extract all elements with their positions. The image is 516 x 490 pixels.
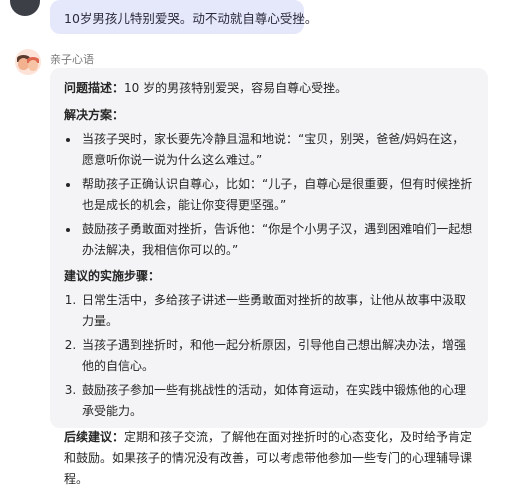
bot-avatar-icon [15, 49, 41, 75]
steps-list: 日常生活中，多给孩子讲述一些勇敢面对挫折的故事，让他从故事中汲取力量。 当孩子遇… [64, 290, 474, 422]
user-message-bubble: 10岁男孩儿特别爱哭。动不动就自尊心受挫。 [50, 0, 317, 34]
step-item: 当孩子遇到挫折时，和他一起分析原因，引导他自己想出解决办法，增强他的自信心。 [80, 335, 474, 377]
problem-description: 问题描述：10 岁的男孩特别爱哭，容易自尊心受挫。 [64, 78, 474, 99]
steps-title: 建议的实施步骤： [64, 269, 161, 283]
solution-title: 解决方案： [64, 108, 125, 122]
step-item: 日常生活中，多给孩子讲述一些勇敢面对挫折的故事，让他从故事中汲取力量。 [80, 290, 474, 332]
bot-name: 亲子心语 [50, 53, 94, 66]
step-item: 鼓励孩子参加一些有挑战性的活动，如体育运动，在实践中锻炼他的心理承受能力。 [80, 380, 474, 422]
problem-label: 问题描述： [64, 81, 125, 95]
followup-label: 后续建议： [64, 430, 125, 444]
solution-list: 当孩子哭时，家长要先冷静且温和地说：“宝贝，别哭，爸爸/妈妈在这，愿意听你说一说… [64, 129, 474, 261]
solution-item: 鼓励孩子勇敢面对挫折，告诉他：“你是个小男子汉，遇到困难咱们一起想办法解决，我相… [80, 219, 474, 261]
followup-advice: 后续建议：定期和孩子交流，了解他在面对挫折时的心态变化，及时给予肯定和鼓励。如果… [64, 427, 474, 490]
bot-message-bubble: 问题描述：10 岁的男孩特别爱哭，容易自尊心受挫。 解决方案： 当孩子哭时，家长… [50, 68, 488, 486]
solution-item: 当孩子哭时，家长要先冷静且温和地说：“宝贝，别哭，爸爸/妈妈在这，愿意听你说一说… [80, 129, 474, 171]
problem-text: 10 岁的男孩特别爱哭，容易自尊心受挫。 [124, 81, 348, 95]
user-message-text: 10岁男孩儿特别爱哭。动不动就自尊心受挫。 [64, 11, 318, 26]
solution-item: 帮助孩子正确认识自尊心，比如：“儿子，自尊心是很重要，但有时候挫折也是成长的机会… [80, 174, 474, 216]
followup-text: 定期和孩子交流，了解他在面对挫折时的心态变化，及时给予肯定和鼓励。如果孩子的情况… [64, 430, 473, 486]
user-avatar [10, 0, 40, 16]
